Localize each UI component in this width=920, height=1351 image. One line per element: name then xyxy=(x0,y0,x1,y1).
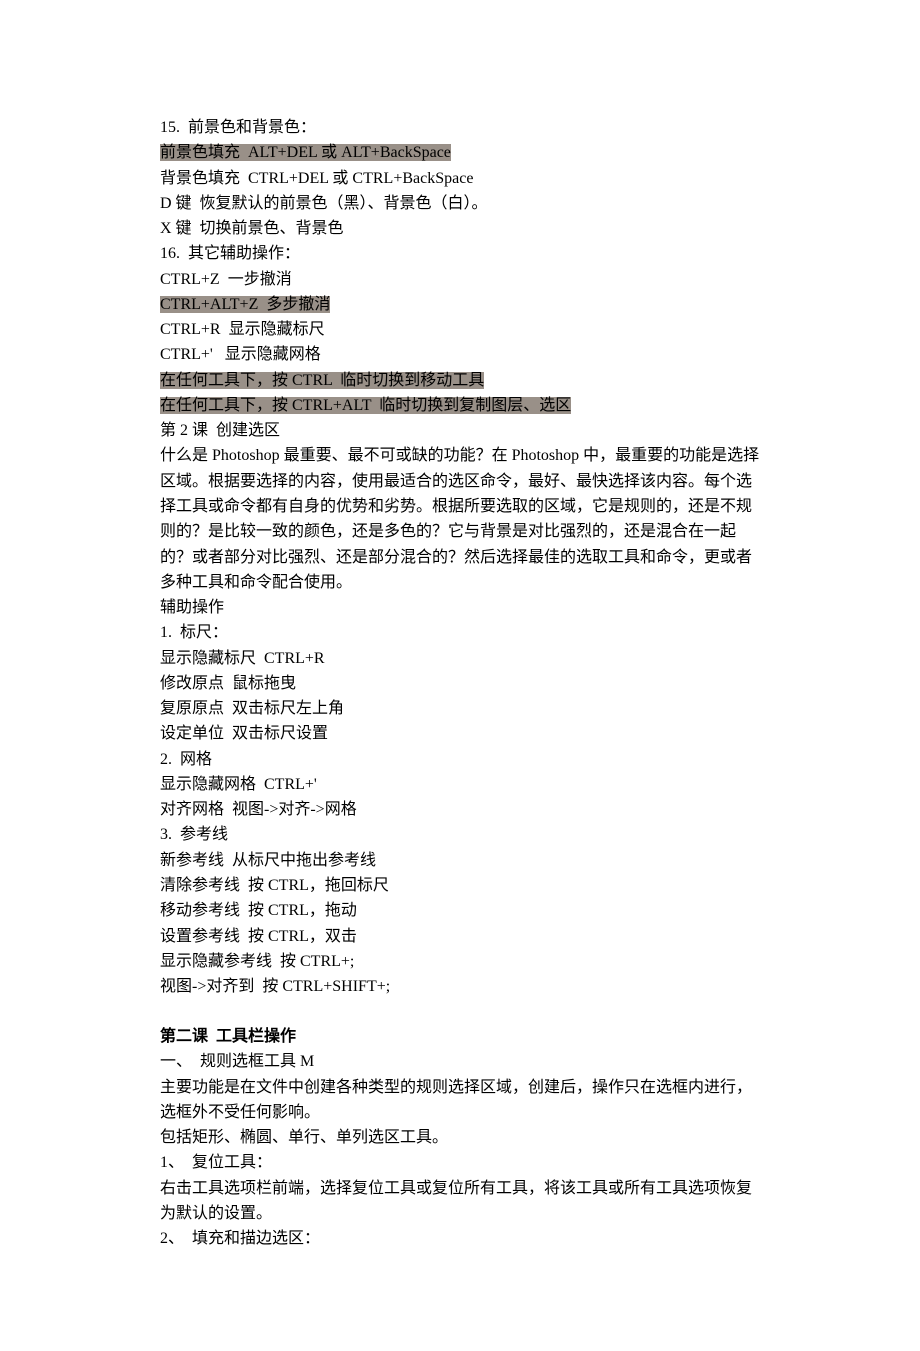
text-line: 背景色填充 CTRL+DEL 或 CTRL+BackSpace xyxy=(160,166,760,191)
text-line: CTRL+ALT+Z 多步撤消 xyxy=(160,292,760,317)
text-line: 第二课 工具栏操作 xyxy=(160,1024,760,1049)
text-line: 15. 前景色和背景色： xyxy=(160,115,760,140)
text-line: 3. 参考线 xyxy=(160,822,760,847)
text-line: 清除参考线 按 CTRL，拖回标尺 xyxy=(160,873,760,898)
text-line: 在任何工具下，按 CTRL+ALT 临时切换到复制图层、选区 xyxy=(160,393,760,418)
text-line: 16. 其它辅助操作： xyxy=(160,241,760,266)
text-line: 主要功能是在文件中创建各种类型的规则选择区域，创建后，操作只在选框内进行，选框外… xyxy=(160,1075,760,1126)
text-line: 显示隐藏参考线 按 CTRL+; xyxy=(160,949,760,974)
text-line: 设置参考线 按 CTRL，双击 xyxy=(160,924,760,949)
text-line: 显示隐藏网格 CTRL+' xyxy=(160,772,760,797)
text-line: CTRL+Z 一步撤消 xyxy=(160,267,760,292)
text-line: 包括矩形、椭圆、单行、单列选区工具。 xyxy=(160,1125,760,1150)
text-line: 一、 规则选框工具 M xyxy=(160,1049,760,1074)
text-line: 右击工具选项栏前端，选择复位工具或复位所有工具，将该工具或所有工具选项恢复为默认… xyxy=(160,1176,760,1227)
text-line: 2、 填充和描边选区： xyxy=(160,1226,760,1251)
text-line: 前景色填充 ALT+DEL 或 ALT+BackSpace xyxy=(160,140,760,165)
text-line: 视图->对齐到 按 CTRL+SHIFT+; xyxy=(160,974,760,999)
text-line: 辅助操作 xyxy=(160,595,760,620)
text-line: 1、 复位工具： xyxy=(160,1150,760,1175)
text-line: 新参考线 从标尺中拖出参考线 xyxy=(160,848,760,873)
document-body: 15. 前景色和背景色： 前景色填充 ALT+DEL 或 ALT+BackSpac… xyxy=(160,115,760,1251)
highlighted-text: CTRL+ALT+Z 多步撤消 xyxy=(160,296,330,313)
text-line: D 键 恢复默认的前景色（黑）、背景色（白）。 xyxy=(160,191,760,216)
text-line: 修改原点 鼠标拖曳 xyxy=(160,671,760,696)
text-line: 在任何工具下，按 CTRL 临时切换到移动工具 xyxy=(160,368,760,393)
text-line: 第 2 课 创建选区 xyxy=(160,418,760,443)
highlighted-text: 前景色填充 ALT+DEL 或 ALT+BackSpace xyxy=(160,144,451,161)
blank-line xyxy=(160,999,760,1024)
text-line: CTRL+R 显示隐藏标尺 xyxy=(160,317,760,342)
text-line: 设定单位 双击标尺设置 xyxy=(160,721,760,746)
text-line: 移动参考线 按 CTRL，拖动 xyxy=(160,898,760,923)
text-line: 显示隐藏标尺 CTRL+R xyxy=(160,646,760,671)
highlighted-text: 在任何工具下，按 CTRL+ALT 临时切换到复制图层、选区 xyxy=(160,397,571,414)
text-line: 对齐网格 视图->对齐->网格 xyxy=(160,797,760,822)
text-line: 什么是 Photoshop 最重要、最不可或缺的功能？在 Photoshop 中… xyxy=(160,443,760,595)
text-line: 2. 网格 xyxy=(160,747,760,772)
text-line: 1. 标尺： xyxy=(160,620,760,645)
document-page: 15. 前景色和背景色： 前景色填充 ALT+DEL 或 ALT+BackSpac… xyxy=(0,0,920,1351)
highlighted-text: 在任何工具下，按 CTRL 临时切换到移动工具 xyxy=(160,372,484,389)
text-line: 复原原点 双击标尺左上角 xyxy=(160,696,760,721)
text-line: X 键 切换前景色、背景色 xyxy=(160,216,760,241)
text-line: CTRL+' 显示隐藏网格 xyxy=(160,342,760,367)
